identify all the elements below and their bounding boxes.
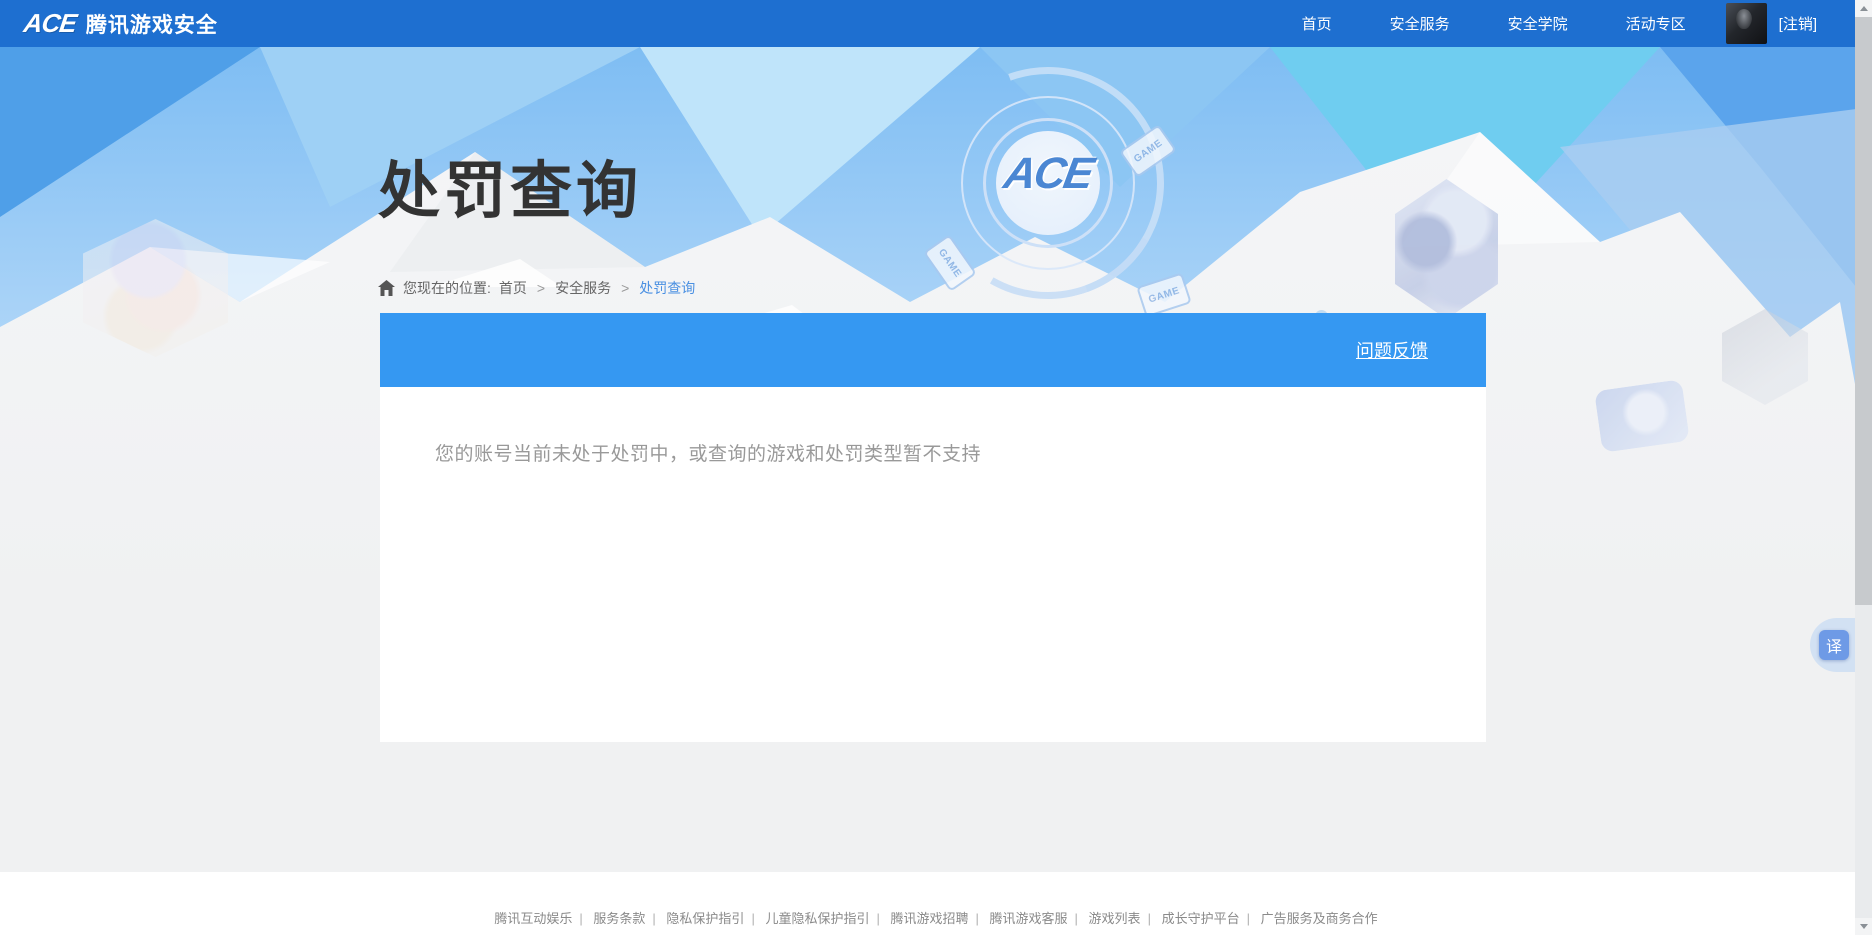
nav-item-security-academy[interactable]: 安全学院	[1508, 13, 1568, 34]
scrollbar-down-button[interactable]	[1855, 918, 1872, 935]
brand[interactable]: ACE 腾讯游戏安全	[24, 8, 218, 39]
footer-separator: |	[572, 911, 589, 926]
query-result-message: 您的账号当前未处于处罚中，或查询的游戏和处罚类型暂不支持	[435, 439, 1486, 466]
card-header-band: 问题反馈	[380, 313, 1486, 387]
breadcrumb-security-services[interactable]: 安全服务	[555, 278, 611, 298]
main-nav: 首页 安全服务 安全学院 活动专区	[1302, 13, 1686, 34]
footer-separator: |	[869, 911, 886, 926]
breadcrumb-separator: >	[619, 280, 631, 296]
footer-link-guardian[interactable]: 成长守护平台	[1162, 911, 1240, 926]
footer-link-game-list[interactable]: 游戏列表	[1089, 911, 1141, 926]
nav-item-security-services[interactable]: 安全服务	[1390, 13, 1450, 34]
user-avatar[interactable]	[1726, 3, 1767, 44]
footer-links: 腾讯互动娱乐| 服务条款| 隐私保护指引| 儿童隐私保护指引| 腾讯游戏招聘| …	[0, 908, 1872, 927]
feedback-link[interactable]: 问题反馈	[1356, 337, 1428, 363]
breadcrumb-current[interactable]: 处罚查询	[639, 278, 695, 298]
logout-link[interactable]: [注销]	[1779, 13, 1817, 34]
home-icon	[378, 280, 395, 296]
breadcrumb-separator: >	[535, 280, 547, 296]
translate-widget[interactable]: 译	[1810, 618, 1858, 672]
query-result-card: 问题反馈 您的账号当前未处于处罚中，或查询的游戏和处罚类型暂不支持	[380, 313, 1486, 742]
footer-link-ads[interactable]: 广告服务及商务合作	[1261, 911, 1378, 926]
ace-logo-icon: ACE	[22, 8, 78, 39]
translate-icon[interactable]: 译	[1819, 630, 1849, 660]
breadcrumb: 您现在的位置: 首页 > 安全服务 > 处罚查询	[378, 278, 695, 298]
footer-link-privacy[interactable]: 隐私保护指引	[666, 911, 744, 926]
scrollbar-thumb[interactable]	[1855, 17, 1872, 605]
brand-name: 腾讯游戏安全	[86, 9, 218, 39]
scrollbar-up-button[interactable]	[1855, 0, 1872, 17]
footer-separator: |	[1240, 911, 1257, 926]
footer-link-ient[interactable]: 腾讯互动娱乐	[494, 911, 572, 926]
footer-separator: |	[1068, 911, 1085, 926]
vertical-scrollbar[interactable]	[1855, 0, 1872, 935]
footer-link-support[interactable]: 腾讯游戏客服	[990, 911, 1068, 926]
breadcrumb-home[interactable]: 首页	[499, 278, 527, 298]
page-title: 处罚查询	[378, 140, 642, 230]
footer-separator: |	[1141, 911, 1158, 926]
breadcrumb-prefix: 您现在的位置:	[403, 278, 491, 298]
top-navbar: ACE 腾讯游戏安全 首页 安全服务 安全学院 活动专区 [注销]	[0, 0, 1872, 47]
footer-separator: |	[744, 911, 761, 926]
nav-item-activity-zone[interactable]: 活动专区	[1626, 13, 1686, 34]
footer-link-child-privacy[interactable]: 儿童隐私保护指引	[765, 911, 869, 926]
scroll-down-icon	[1860, 924, 1868, 929]
footer-link-jobs[interactable]: 腾讯游戏招聘	[890, 911, 968, 926]
scroll-up-icon	[1860, 6, 1868, 11]
page-footer: 腾讯互动娱乐| 服务条款| 隐私保护指引| 儿童隐私保护指引| 腾讯游戏招聘| …	[0, 872, 1872, 935]
footer-separator: |	[645, 911, 662, 926]
footer-separator: |	[969, 911, 986, 926]
character-deco-girl	[1594, 379, 1690, 453]
nav-item-home[interactable]: 首页	[1302, 13, 1332, 34]
footer-link-terms[interactable]: 服务条款	[593, 911, 645, 926]
